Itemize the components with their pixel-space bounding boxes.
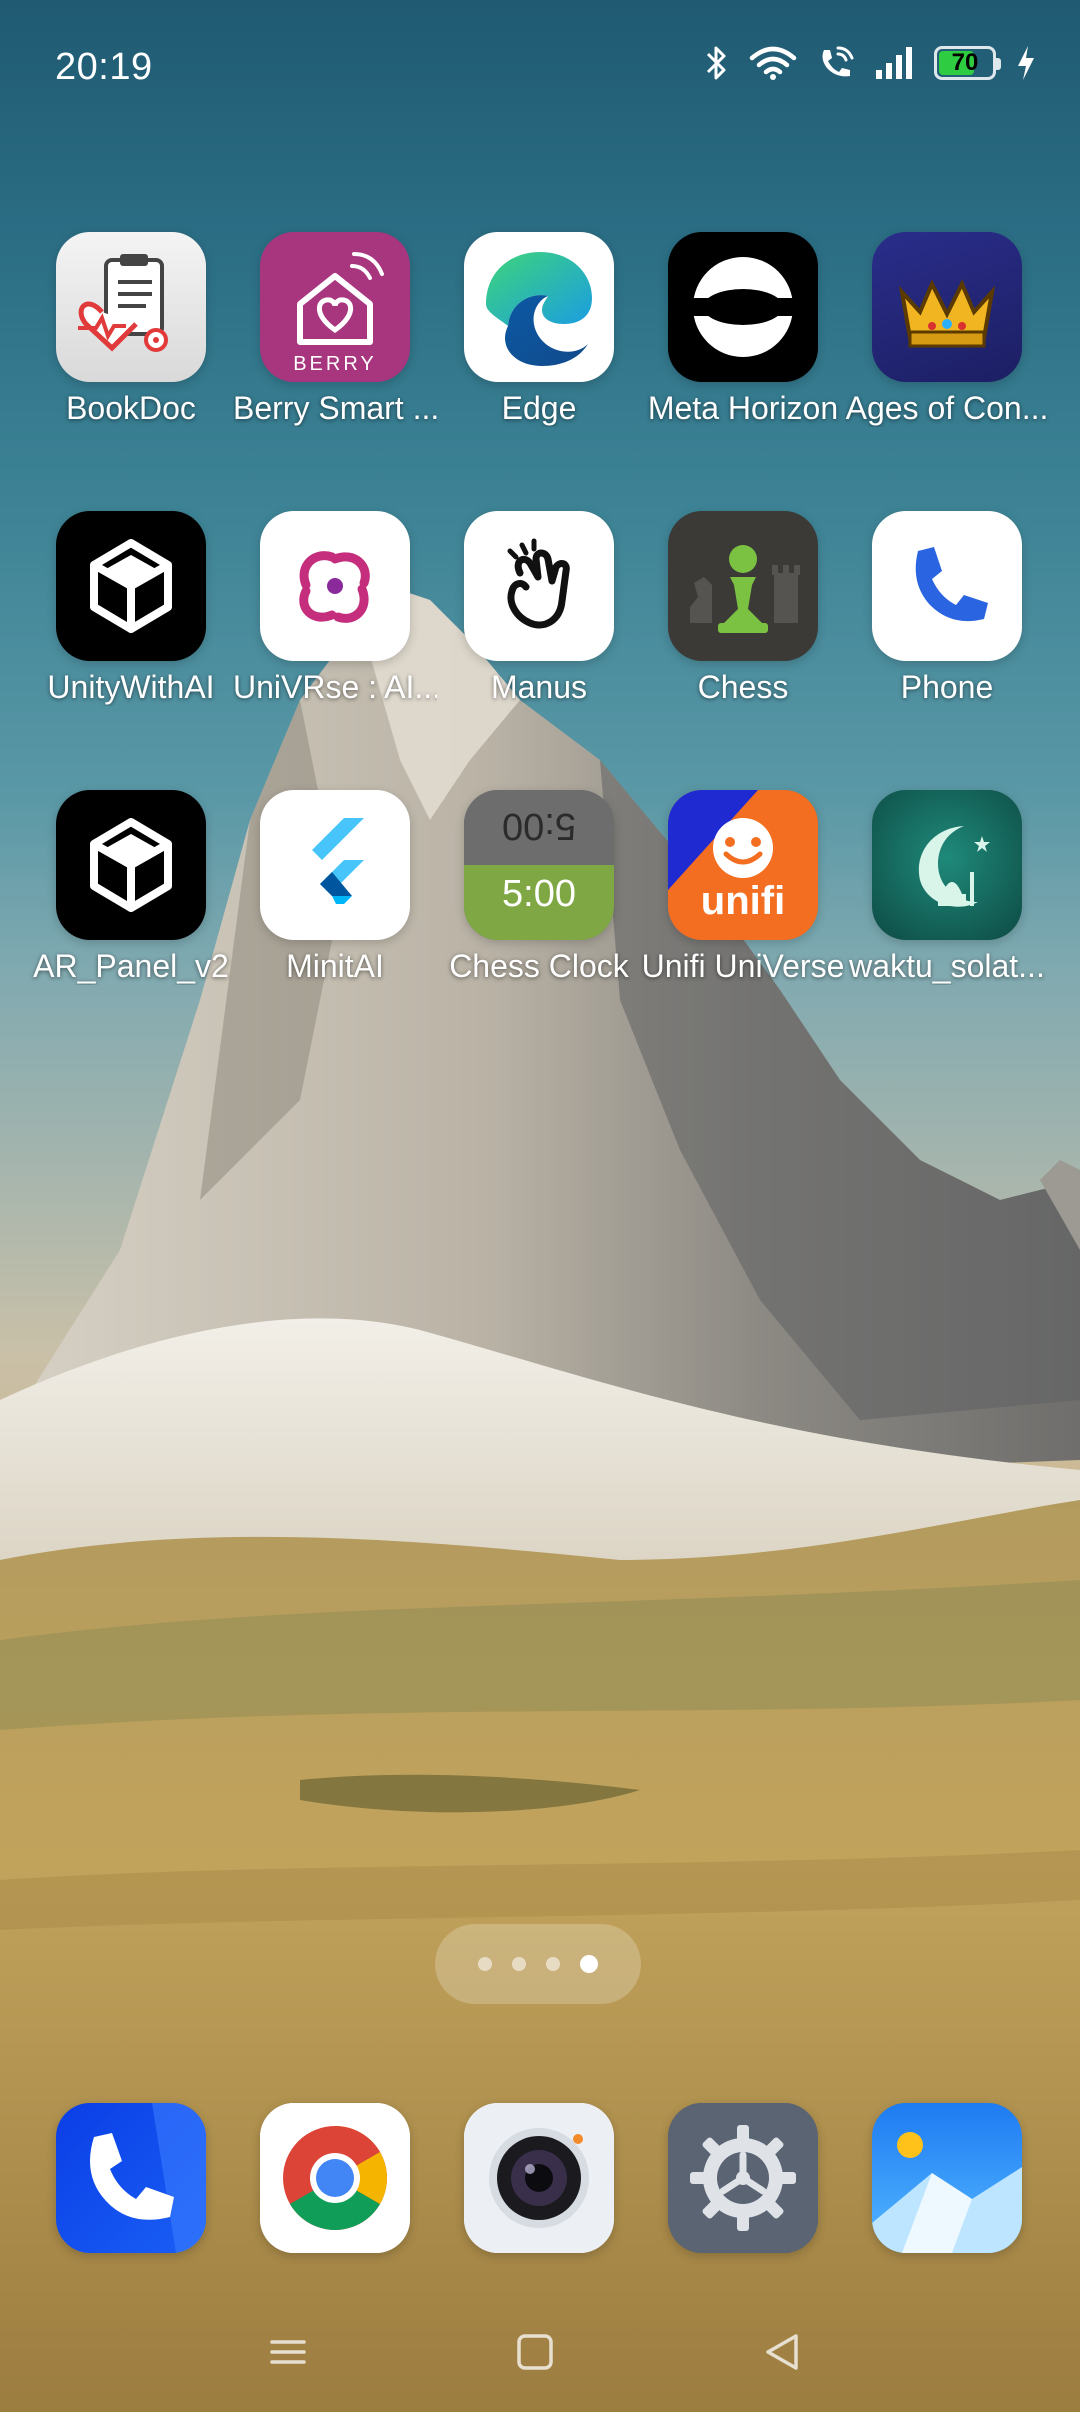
dock-chrome[interactable] [260,2103,410,2253]
app-ages-of-conflict[interactable]: Ages of Con... [845,232,1049,427]
status-icons: 70 [704,44,1038,82]
dock-phone-dialer[interactable] [56,2103,206,2253]
navigation-bar [0,2310,1080,2390]
phone-handset-icon [872,511,1022,661]
app-label: BookDoc [66,390,196,426]
page-indicator[interactable] [435,1924,641,2004]
manus-icon [464,511,614,661]
chess-pawn-icon [668,511,818,661]
back-button[interactable] [752,2322,812,2382]
home-screen: 20:19 70 BookDoc BERRY Berry Smart ... E… [0,0,1080,2412]
phone-dialer-icon [56,2103,206,2253]
app-label: Edge [501,390,577,426]
camera-icon [464,2103,614,2253]
chess-clock-top-time: 5:00 [502,805,576,847]
gear-icon [668,2103,818,2253]
home-button[interactable] [505,2322,565,2382]
app-label: Phone [900,669,994,705]
bluetooth-icon [704,44,730,82]
charging-bolt-icon [1014,44,1038,82]
battery-icon: 70 [934,46,1001,80]
app-label: Manus [490,669,588,705]
page-dot [546,1957,560,1971]
status-time: 20:19 [55,46,153,88]
app-chess-clock[interactable]: 5:00 5:00 Chess Clock [437,790,641,985]
app-univrse[interactable]: UniVRse : AI... [233,511,437,706]
univrse-icon [260,511,410,661]
home-square-icon [517,2334,553,2370]
meta-horizon-icon [668,232,818,382]
battery-level: 70 [951,49,979,76]
chrome-icon [260,2103,410,2253]
app-chess[interactable]: Chess [641,511,845,706]
app-label: UniVRse : AI... [233,669,437,705]
flutter-icon [260,790,410,940]
app-minitai[interactable]: MinitAI [233,790,437,985]
status-bar: 20:19 70 [0,0,1080,140]
unifi-icon: unifi [668,790,818,940]
dock-camera[interactable] [464,2103,614,2253]
page-dot [478,1957,492,1971]
app-label: Meta Horizon [647,390,839,426]
app-waktu-solat[interactable]: waktu_solat... [845,790,1049,985]
edge-icon [464,232,614,382]
crescent-mosque-icon [872,790,1022,940]
app-label: AR_Panel_v2 [33,948,229,984]
chess-clock-bottom-time: 5:00 [502,873,576,915]
app-meta-horizon[interactable]: Meta Horizon [641,232,845,427]
wifi-calling-icon [816,44,856,82]
menu-lines-icon [270,2340,306,2364]
app-unifi-universe[interactable]: unifi Unifi UniVerse [641,790,845,985]
back-triangle-icon [766,2334,798,2370]
gallery-icon [872,2103,1022,2253]
app-label: waktu_solat... [849,948,1045,984]
app-label: Unifi UniVerse [641,948,845,984]
app-berry-smart[interactable]: BERRY Berry Smart ... [233,232,437,427]
chess-clock-icon: 5:00 5:00 [464,790,614,940]
dock-gallery[interactable] [872,2103,1022,2253]
unifi-wordmark: unifi [701,879,785,923]
app-manus[interactable]: Manus [437,511,641,706]
app-label: Ages of Con... [845,390,1049,426]
ages-of-conflict-icon [872,232,1022,382]
app-phone-row2[interactable]: Phone [845,511,1049,706]
app-unitywithai[interactable]: UnityWithAI [29,511,233,706]
berry-wordmark: BERRY [293,353,377,375]
bookdoc-icon [56,232,206,382]
unity-icon [56,511,206,661]
dock-settings[interactable] [668,2103,818,2253]
page-dot [512,1957,526,1971]
wifi-icon [748,44,798,82]
cellular-signal-icon [874,44,916,82]
app-label: MinitAI [286,948,384,984]
app-label: Berry Smart ... [233,390,437,426]
app-bookdoc[interactable]: BookDoc [29,232,233,427]
unity-icon [56,790,206,940]
page-dot-active [580,1955,598,1973]
menu-button[interactable] [258,2322,318,2382]
app-label: UnityWithAI [47,669,215,705]
berry-smart-icon: BERRY [260,232,410,382]
app-edge[interactable]: Edge [437,232,641,427]
app-ar-panel-v2[interactable]: AR_Panel_v2 [29,790,233,985]
app-label: Chess Clock [449,948,629,984]
app-label: Chess [697,669,789,705]
